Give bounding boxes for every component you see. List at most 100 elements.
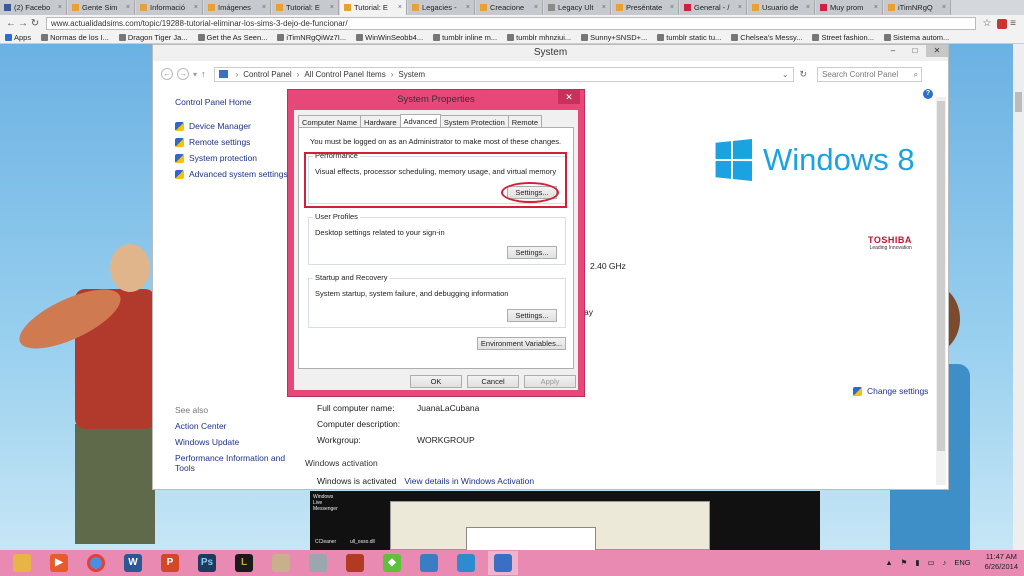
taskbar-app-word[interactable]: W: [118, 551, 148, 575]
help-icon[interactable]: ?: [923, 89, 933, 99]
taskbar-app-lol[interactable]: L: [229, 551, 259, 575]
browser-tab[interactable]: Legacies - ×: [408, 0, 475, 15]
taskbar-app-game[interactable]: [340, 551, 370, 575]
menu-icon[interactable]: ≡: [1007, 18, 1019, 29]
activation-details-link[interactable]: View details in Windows Activation: [404, 476, 534, 486]
extension-icon[interactable]: [997, 18, 1007, 29]
close-icon[interactable]: ×: [534, 4, 538, 11]
device-manager-link[interactable]: Device Manager: [175, 121, 295, 131]
star-icon[interactable]: ☆: [981, 18, 993, 29]
bookmark-item[interactable]: iTimNRgQiWz7I...: [272, 33, 351, 42]
browser-tab[interactable]: Informació ×: [136, 0, 203, 15]
battery-icon[interactable]: ▭: [928, 558, 935, 567]
cancel-button[interactable]: Cancel: [467, 375, 519, 388]
browser-tab[interactable]: Gente Sim ×: [68, 0, 135, 15]
browser-tab[interactable]: Preséntate ×: [612, 0, 679, 15]
breadcrumb-item[interactable]: System: [398, 70, 425, 79]
browser-tab[interactable]: Usuario de ×: [748, 0, 815, 15]
scroll-thumb[interactable]: [1015, 92, 1022, 112]
performance-information-link[interactable]: Performance Information and Tools: [175, 453, 295, 473]
bookmark-item[interactable]: Chelsea's Messy...: [726, 33, 807, 42]
bookmark-item[interactable]: Dragon Tiger Ja...: [114, 33, 193, 42]
close-icon[interactable]: ×: [126, 4, 130, 11]
taskbar-app-network[interactable]: [451, 551, 481, 575]
forward-icon[interactable]: →: [17, 18, 29, 29]
minimize-button[interactable]: –: [882, 45, 904, 57]
clock[interactable]: 11:47 AM 6/26/2014: [985, 552, 1018, 572]
close-button[interactable]: ✕: [926, 45, 948, 57]
taskbar-preview[interactable]: Windows Live Messenger CCleaner ull_osso…: [310, 491, 820, 551]
chevron-down-icon[interactable]: ⌄: [782, 70, 789, 79]
page-scrollbar[interactable]: [1013, 44, 1024, 550]
taskbar-app-paint[interactable]: [266, 551, 296, 575]
language-indicator[interactable]: ENG: [954, 558, 970, 567]
ok-button[interactable]: OK: [410, 375, 462, 388]
taskbar-app-chrome[interactable]: [81, 551, 111, 575]
close-icon[interactable]: ×: [602, 4, 606, 11]
close-icon[interactable]: ×: [262, 4, 266, 11]
action-center-link[interactable]: Action Center: [175, 421, 295, 431]
bookmark-item[interactable]: Street fashion...: [807, 33, 879, 42]
system-scrollbar[interactable]: [936, 97, 946, 485]
browser-tab-active[interactable]: Tutorial: E ×: [340, 0, 407, 15]
volume-icon[interactable]: ♪: [943, 558, 947, 567]
forward-icon[interactable]: →: [177, 68, 189, 80]
network-icon[interactable]: ▮: [915, 558, 919, 567]
search-input[interactable]: Search Control Panel ⌕: [817, 66, 923, 82]
back-icon[interactable]: ←: [5, 18, 17, 29]
browser-tab[interactable]: Muy prom ×: [816, 0, 883, 15]
breadcrumb-item[interactable]: All Control Panel Items: [304, 70, 385, 79]
browser-tab[interactable]: (2) Facebo ×: [0, 0, 67, 15]
up-icon[interactable]: ↑: [201, 69, 206, 79]
advanced-system-settings-link[interactable]: Advanced system settings: [175, 169, 295, 179]
system-protection-link[interactable]: System protection: [175, 153, 295, 163]
windows-update-link[interactable]: Windows Update: [175, 437, 295, 447]
close-icon[interactable]: ×: [806, 4, 810, 11]
browser-tab[interactable]: Creacione ×: [476, 0, 543, 15]
taskbar-app-explorer[interactable]: [7, 551, 37, 575]
refresh-icon[interactable]: ↻: [800, 69, 808, 80]
bookmark-item[interactable]: tumblr inline m...: [428, 33, 502, 42]
change-settings-link[interactable]: Change settings: [853, 386, 928, 396]
flag-icon[interactable]: ⚑: [901, 558, 908, 567]
bookmark-item[interactable]: tumblr static tu...: [652, 33, 726, 42]
user-profiles-settings-button[interactable]: Settings...: [507, 246, 557, 259]
close-icon[interactable]: ×: [738, 4, 742, 11]
taskbar-app-sims[interactable]: ◆: [377, 551, 407, 575]
bookmark-item[interactable]: Sistema autom...: [879, 33, 954, 42]
close-icon[interactable]: ×: [874, 4, 878, 11]
startup-recovery-settings-button[interactable]: Settings...: [507, 309, 557, 322]
close-icon[interactable]: ×: [942, 4, 946, 11]
apply-button[interactable]: Apply: [524, 375, 576, 388]
browser-tab[interactable]: iTimNRgQ ×: [884, 0, 951, 15]
reload-icon[interactable]: ↻: [29, 18, 41, 29]
browser-tab[interactable]: Legacy Ult ×: [544, 0, 611, 15]
bookmark-item[interactable]: Sunny+SNSD+...: [576, 33, 652, 42]
taskbar-app-media[interactable]: ▶: [44, 551, 74, 575]
control-panel-home-link[interactable]: Control Panel Home: [175, 97, 295, 107]
scroll-thumb[interactable]: [937, 101, 945, 451]
show-hidden-icons-icon[interactable]: ▲: [885, 558, 892, 567]
close-icon[interactable]: ×: [398, 4, 402, 11]
taskbar-app-control-panel[interactable]: [488, 551, 518, 575]
taskbar-app-photos[interactable]: [303, 551, 333, 575]
bookmark-item[interactable]: tumblr mhnziui...: [502, 33, 576, 42]
close-icon[interactable]: ×: [466, 4, 470, 11]
browser-tab[interactable]: Tutorial: E ×: [272, 0, 339, 15]
bookmark-item[interactable]: Get the As Seen...: [193, 33, 273, 42]
close-icon[interactable]: ×: [194, 4, 198, 11]
taskbar-app-powerpoint[interactable]: P: [155, 551, 185, 575]
remote-settings-link[interactable]: Remote settings: [175, 137, 295, 147]
browser-tab[interactable]: Imágenes ×: [204, 0, 271, 15]
breadcrumb-item[interactable]: Control Panel: [243, 70, 291, 79]
close-icon[interactable]: ×: [58, 4, 62, 11]
close-icon[interactable]: ×: [670, 4, 674, 11]
browser-tab[interactable]: General - / ×: [680, 0, 747, 15]
bookmark-item[interactable]: Normas de los I...: [36, 33, 114, 42]
dialog-close-button[interactable]: ✕: [558, 90, 580, 104]
url-input[interactable]: www.actualidadsims.com/topic/19288-tutor…: [46, 17, 976, 30]
back-icon[interactable]: ←: [161, 68, 173, 80]
breadcrumb[interactable]: › Control Panel › All Control Panel Item…: [213, 66, 794, 82]
bookmark-item[interactable]: WinWinSeobb4...: [351, 33, 428, 42]
recent-dropdown-icon[interactable]: ▾: [193, 70, 197, 79]
